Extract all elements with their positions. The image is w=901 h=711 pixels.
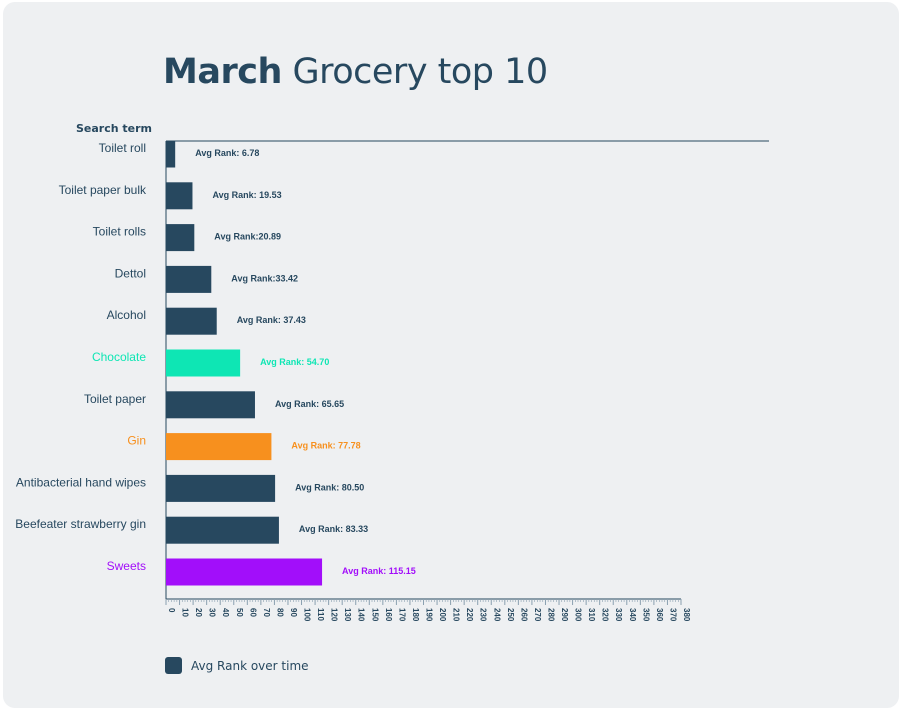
x-tick-label: 320 <box>601 608 610 622</box>
x-tick-label: 100 <box>303 608 312 622</box>
x-tick-label: 290 <box>560 608 569 622</box>
data-label: Avg Rank: 77.78 <box>291 441 360 451</box>
x-tick-label: 220 <box>465 608 474 622</box>
bar <box>166 558 323 586</box>
x-tick-label: 250 <box>506 608 515 622</box>
data-label: Avg Rank: 65.65 <box>275 399 344 409</box>
x-tick-label: 190 <box>425 608 434 622</box>
x-tick-label: 280 <box>546 608 555 622</box>
x-tick-label: 40 <box>221 608 230 617</box>
x-tick-label: 20 <box>194 608 203 617</box>
bar <box>166 265 212 293</box>
bar <box>166 182 193 210</box>
category-label: Gin <box>127 434 146 448</box>
bar <box>166 140 176 168</box>
x-tick-label: 60 <box>248 608 257 617</box>
bar <box>166 391 255 419</box>
x-tick-label: 330 <box>614 608 623 622</box>
x-tick-label: 110 <box>316 608 325 621</box>
x-tick-label: 380 <box>682 608 691 622</box>
x-tick-label: 160 <box>384 608 393 622</box>
x-tick-label: 140 <box>357 608 366 622</box>
x-tick-label: 10 <box>181 608 190 617</box>
x-tick-label: 80 <box>275 608 284 617</box>
category-label: Beefeater strawberry gin <box>15 517 146 531</box>
x-tick-label: 240 <box>492 608 501 622</box>
bar <box>166 433 272 461</box>
x-tick-label: 230 <box>479 608 488 622</box>
category-label: Dettol <box>115 266 146 280</box>
x-tick-label: 170 <box>397 608 406 622</box>
category-label: Alcohol <box>107 308 146 322</box>
x-tick-label: 150 <box>370 608 379 622</box>
bar <box>166 349 241 377</box>
data-label: Avg Rank: 115.15 <box>342 566 416 576</box>
legend-label: Avg Rank over time <box>191 658 309 673</box>
x-tick-label: 340 <box>628 608 637 622</box>
x-tick-label: 270 <box>533 608 542 622</box>
data-label: Avg Rank: 54.70 <box>260 357 329 367</box>
x-tick-label: 50 <box>235 608 244 617</box>
data-label: Avg Rank: 19.53 <box>212 190 281 200</box>
x-tick-label: 30 <box>208 608 217 617</box>
category-label: Antibacterial hand wipes <box>16 475 146 489</box>
bar-chart: Toilet roll Avg Rank: 6.78 Toilet paper bu… <box>15 140 769 622</box>
x-tick-label: 0 <box>167 608 176 613</box>
x-tick-label: 90 <box>289 608 298 617</box>
data-label: Avg Rank:20.89 <box>214 232 281 242</box>
x-tick-label: 210 <box>452 608 461 622</box>
x-tick-label: 300 <box>574 608 583 622</box>
x-tick-label: 120 <box>330 608 339 622</box>
bar <box>166 224 195 252</box>
category-label: Toilet paper <box>84 392 146 406</box>
category-label: Sweets <box>107 559 146 573</box>
category-label: Chocolate <box>92 350 146 364</box>
x-tick-label: 180 <box>411 608 420 622</box>
x-tick-label: 350 <box>641 608 650 622</box>
category-label: Toilet roll <box>99 141 146 155</box>
bar <box>166 307 217 335</box>
x-tick-label: 200 <box>438 608 447 622</box>
data-label: Avg Rank:33.42 <box>231 273 298 283</box>
x-tick-label: 70 <box>262 608 271 617</box>
x-tick-label: 310 <box>587 608 596 622</box>
bar <box>166 474 276 502</box>
category-label: Toilet paper bulk <box>59 183 147 197</box>
category-label: Toilet rolls <box>93 225 146 239</box>
x-tick-label: 130 <box>343 608 352 622</box>
data-label: Avg Rank: 83.33 <box>299 524 368 534</box>
x-tick-label: 360 <box>655 608 664 622</box>
legend-swatch <box>165 657 182 674</box>
data-label: Avg Rank: 80.50 <box>295 482 364 492</box>
legend: Avg Rank over time <box>165 657 309 674</box>
bar <box>166 516 279 544</box>
data-label: Avg Rank: 37.43 <box>237 315 306 325</box>
x-tick-label: 260 <box>519 608 528 622</box>
data-label: Avg Rank: 6.78 <box>195 148 259 158</box>
x-tick-label: 370 <box>668 608 677 622</box>
